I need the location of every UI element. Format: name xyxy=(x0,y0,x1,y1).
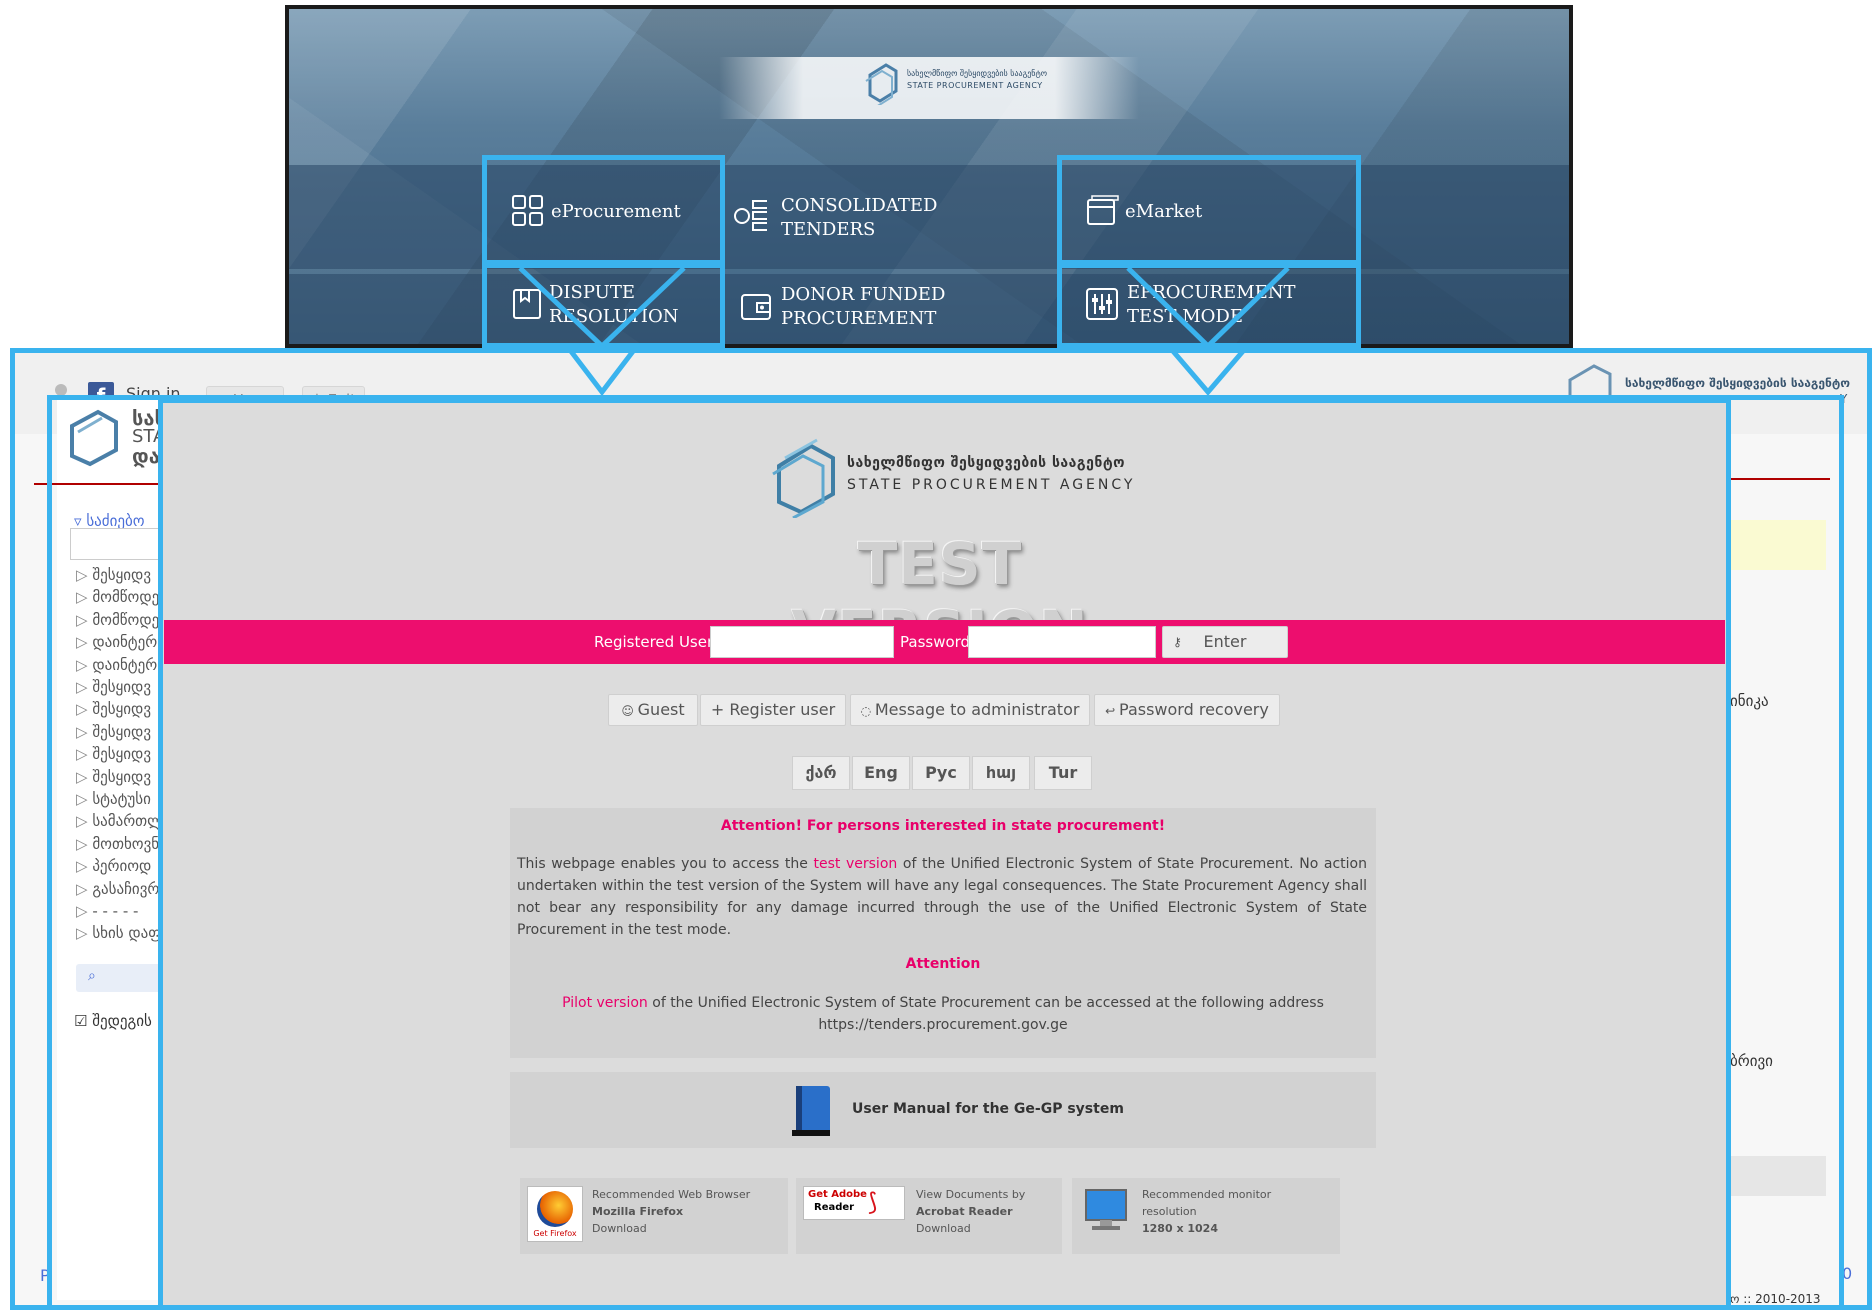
callout-arrows xyxy=(518,266,1290,397)
highlight-frame-test-page xyxy=(158,398,1731,1310)
